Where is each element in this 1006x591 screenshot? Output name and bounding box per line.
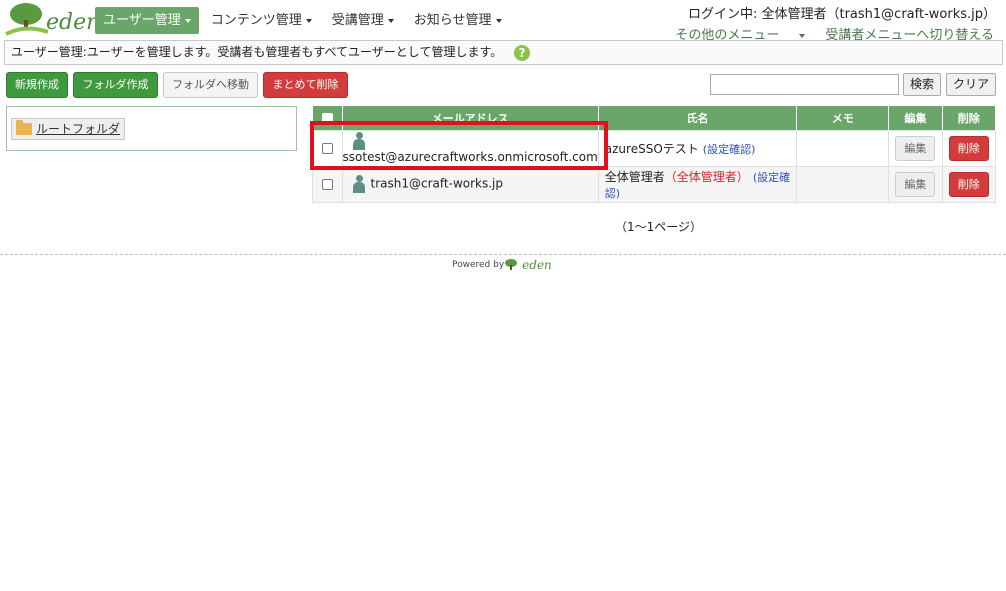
page-description-bar: ユーザー管理:ユーザーを管理します。受講者も管理者もすべてユーザーとして管理しま… (4, 40, 1003, 65)
tree-icon (505, 259, 518, 270)
user-icon (352, 132, 365, 150)
select-all-checkbox[interactable] (321, 112, 333, 124)
logo-text: eden (46, 10, 101, 35)
header-email[interactable]: メールアドレス (342, 106, 599, 130)
header-memo: メモ (796, 106, 890, 130)
folder-icon (16, 120, 32, 135)
nav-content-management[interactable]: コンテンツ管理 (203, 7, 320, 34)
settings-confirm-link[interactable]: (設定確認) (703, 143, 756, 156)
header: eden ユーザー管理 コンテンツ管理 受講管理 お知らせ管理 ログイン中: 全… (0, 0, 1006, 43)
root-folder-item[interactable]: ルートフォルダ (11, 118, 126, 140)
move-to-folder-button[interactable]: フォルダへ移動 (163, 72, 258, 98)
footer-logo-text: eden (522, 258, 552, 272)
nav-label: ユーザー管理 (103, 13, 181, 28)
memo-cell (796, 129, 890, 167)
caret-down-icon (387, 18, 394, 23)
edit-cell: 編集 (888, 165, 943, 203)
login-info: ログイン中: 全体管理者（trash1@craft-works.jp） (687, 7, 996, 22)
caret-down-icon (305, 18, 312, 23)
delete-button[interactable]: 削除 (948, 171, 989, 197)
delete-cell: 削除 (941, 165, 997, 203)
header-delete: 削除 (942, 106, 997, 130)
user-name: azureSSOテスト (604, 141, 699, 156)
search-input[interactable] (710, 74, 899, 95)
user-email[interactable]: ssotest@azurecraftworks.onmicrosoft.com (343, 150, 598, 164)
caret-down-icon (184, 18, 191, 23)
row-checkbox[interactable] (321, 179, 333, 190)
user-icon (352, 175, 365, 193)
eden-logo[interactable]: eden (4, 2, 100, 38)
tree-icon (5, 3, 49, 36)
table-row: trash1@craft-works.jp 全体管理者（全体管理者） (設定確認)… (312, 165, 997, 203)
pagination: （1～1ページ） (615, 220, 703, 234)
caret-down-icon (495, 18, 502, 23)
memo-cell (796, 165, 890, 203)
row-checkbox[interactable] (321, 143, 333, 154)
powered-by-footer: Powered by eden (452, 258, 552, 272)
clear-button[interactable]: クリア (946, 73, 997, 96)
delete-button[interactable]: 削除 (948, 135, 989, 161)
new-user-button[interactable]: 新規作成 (6, 72, 68, 98)
table-header-row: メールアドレス 氏名 メモ 編集 削除 (312, 106, 997, 130)
header-name[interactable]: 氏名 (598, 106, 798, 130)
page-description: ユーザー管理:ユーザーを管理します。受講者も管理者もすべてユーザーとして管理しま… (11, 45, 503, 59)
edit-cell: 編集 (888, 129, 943, 167)
header-edit: 編集 (888, 106, 943, 130)
nav-label: お知らせ管理 (413, 13, 492, 28)
nav-course-management[interactable]: 受講管理 (324, 7, 402, 34)
help-icon[interactable]: ? (514, 44, 531, 61)
edit-button[interactable]: 編集 (895, 135, 936, 161)
bulk-delete-button[interactable]: まとめて削除 (263, 72, 348, 98)
user-table: メールアドレス 氏名 メモ 編集 削除 ssotest@azurecraftwo… (312, 106, 997, 203)
caret-down-icon (799, 33, 806, 38)
nav-notice-management[interactable]: お知らせ管理 (406, 7, 510, 34)
table-row: ssotest@azurecraftworks.onmicrosoft.com … (312, 129, 997, 167)
nav-label: 受講管理 (331, 13, 384, 28)
email-cell: ssotest@azurecraftworks.onmicrosoft.com (341, 129, 599, 167)
user-name: 全体管理者 (604, 169, 665, 184)
row-select-cell (312, 129, 343, 167)
folder-tree-panel: ルートフォルダ (6, 106, 297, 151)
name-cell: 全体管理者（全体管理者） (設定確認) (597, 165, 798, 203)
edit-button[interactable]: 編集 (895, 171, 936, 197)
header-select-all[interactable] (312, 106, 343, 130)
delete-cell: 削除 (941, 129, 997, 167)
user-role: （全体管理者） (664, 169, 749, 184)
create-folder-button[interactable]: フォルダ作成 (73, 72, 158, 98)
nav-label: コンテンツ管理 (210, 13, 302, 28)
search-button[interactable]: 検索 (903, 73, 942, 96)
root-folder-label: ルートフォルダ (36, 122, 121, 136)
main-nav: ユーザー管理 コンテンツ管理 受講管理 お知らせ管理 (95, 7, 514, 34)
powered-by-label: Powered by (452, 260, 505, 270)
footer-divider (0, 254, 1006, 255)
nav-user-management[interactable]: ユーザー管理 (95, 7, 199, 34)
name-cell: azureSSOテスト (設定確認) (597, 129, 798, 167)
email-cell: trash1@craft-works.jp (341, 165, 599, 203)
user-email[interactable]: trash1@craft-works.jp (371, 177, 503, 191)
row-select-cell (312, 165, 343, 203)
